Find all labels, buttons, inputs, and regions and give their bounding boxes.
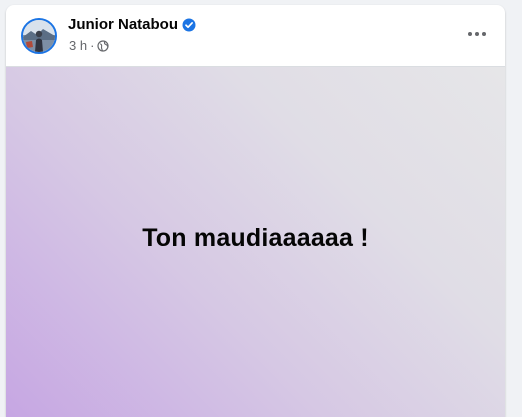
post-content: Ton maudiaaaaaa ! [6, 66, 505, 417]
post-header: Junior Natabou 3 h · [6, 5, 505, 66]
more-options-button[interactable] [462, 19, 492, 49]
post-timestamp[interactable]: 3 h [69, 38, 87, 53]
post-text: Ton maudiaaaaaa ! [142, 224, 369, 252]
avatar-photo-icon [23, 20, 55, 52]
author-name[interactable]: Junior Natabou [68, 16, 178, 33]
author-avatar[interactable] [21, 18, 57, 54]
globe-icon[interactable] [97, 39, 110, 52]
verified-badge-icon [182, 18, 196, 32]
meta-separator: · [90, 38, 95, 53]
post-card: Junior Natabou 3 h · Ton maudiaaaaaa ! [6, 5, 505, 417]
post-meta: 3 h · [69, 38, 110, 53]
more-options-icon [468, 32, 486, 36]
author-row: Junior Natabou [68, 16, 196, 33]
